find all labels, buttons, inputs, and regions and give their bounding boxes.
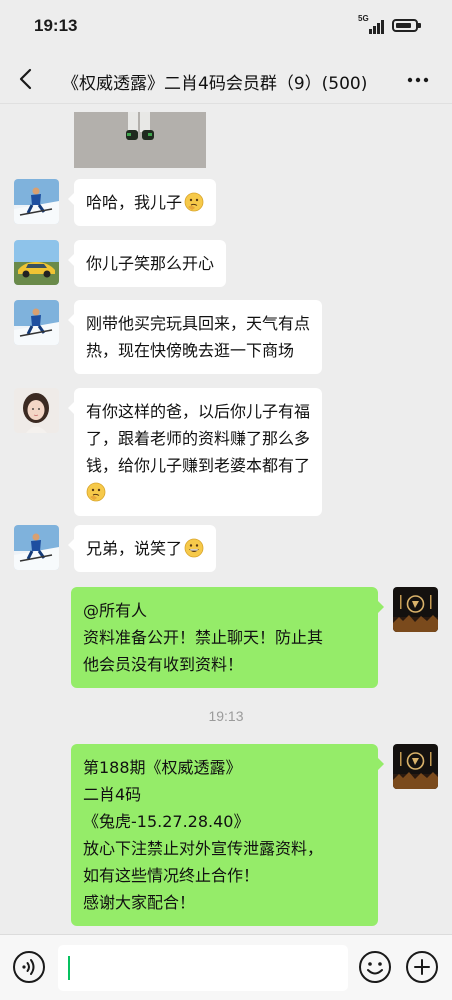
status-time: 19:13: [34, 16, 78, 35]
message-text: 如有这些情况终止合作！: [83, 866, 260, 885]
message-bubble[interactable]: 你儿子笑那么开心: [67, 240, 227, 287]
message-input[interactable]: [58, 945, 348, 991]
message-text: 你儿子笑那么开心: [86, 254, 215, 273]
avatar-skier[interactable]: [14, 525, 59, 570]
avatar-dark-logo[interactable]: [393, 744, 438, 789]
message-text: 了，跟着老师的资料赚了那么多: [86, 429, 311, 448]
message-text: 钱，给你儿子赚到老婆本都有了: [86, 456, 311, 475]
avatar-car[interactable]: [14, 240, 59, 285]
avatar-skier[interactable]: [14, 300, 59, 345]
voice-icon: [13, 951, 45, 983]
avatar-dark-logo[interactable]: [393, 587, 438, 632]
message-text: 《兔虎-15.27.28.40》: [83, 812, 250, 831]
message-text: @所有人: [83, 601, 148, 620]
message-text: 放心下注禁止对外宣传泄露资料，: [83, 839, 324, 858]
chevron-left-icon: [19, 68, 32, 90]
message-text: 兄弟，说笑了: [86, 535, 204, 562]
message-text: 二肖4码: [83, 785, 142, 804]
back-button[interactable]: [12, 64, 42, 94]
message-text: 热，现在快傍晚去逛一下商场: [86, 341, 295, 360]
battery-icon: [392, 18, 421, 32]
message-bubble[interactable]: 第188期《权威透露》 二肖4码 《兔虎-15.27.28.40》 放心下注禁止…: [71, 744, 384, 926]
message-bubble[interactable]: 兄弟，说笑了: [67, 525, 217, 572]
status-icons: 5G: [358, 14, 421, 34]
message-text: 资料准备公开！禁止聊天！防止其: [83, 628, 324, 647]
voice-button[interactable]: [12, 950, 46, 984]
input-bar: [0, 934, 452, 1000]
status-bar: 19:13 5G: [0, 0, 452, 56]
more-functions-button[interactable]: [405, 950, 439, 984]
message-text: 他会员没有收到资料！: [83, 655, 244, 674]
chat-title: 《权威透露》二肖4码会员群（9）(500): [62, 74, 368, 94]
chat-area[interactable]: 哈哈，我儿子 你儿子笑那么开心 刚带他买完玩具回来，天气有点 热，现在快傍晚去逛…: [0, 104, 452, 934]
avatar-skier[interactable]: [14, 179, 59, 224]
emoji-button[interactable]: [358, 950, 392, 984]
shared-photo[interactable]: [74, 112, 206, 168]
message-text: 第188期《权威透露》: [83, 758, 242, 777]
thinking-face-icon: [184, 192, 204, 212]
message-text: 哈哈，我儿子: [86, 189, 204, 216]
network-type: 5G: [358, 14, 369, 23]
message-text: 刚带他买完玩具回来，天气有点: [86, 314, 311, 333]
more-button[interactable]: [404, 66, 432, 94]
text-caret: [68, 956, 70, 980]
message-bubble[interactable]: 刚带他买完玩具回来，天气有点 热，现在快傍晚去逛一下商场: [67, 300, 323, 374]
message-text: 感谢大家配合！: [83, 893, 196, 912]
message-bubble[interactable]: 哈哈，我儿子: [67, 179, 217, 226]
thinking-face-icon: [86, 482, 106, 502]
photo-content: [74, 112, 206, 168]
message-bubble[interactable]: 有你这样的爸，以后你儿子有福 了，跟着老师的资料赚了那么多 钱，给你儿子赚到老婆…: [67, 388, 323, 516]
plus-icon: [406, 951, 438, 983]
smiley-icon: [359, 951, 391, 983]
avatar-woman[interactable]: [14, 388, 59, 433]
grinning-face-icon: [184, 538, 204, 558]
message-bubble[interactable]: @所有人 资料准备公开！禁止聊天！防止其 他会员没有收到资料！: [71, 587, 384, 688]
message-text: 有你这样的爸，以后你儿子有福: [86, 402, 311, 421]
signal-icon: 5G: [358, 14, 384, 34]
chat-header: 《权威透露》二肖4码会员群（9）(500): [0, 56, 452, 104]
message-emoji-line: [86, 479, 310, 506]
more-icon: [407, 77, 429, 83]
time-divider: 19:13: [208, 708, 244, 724]
